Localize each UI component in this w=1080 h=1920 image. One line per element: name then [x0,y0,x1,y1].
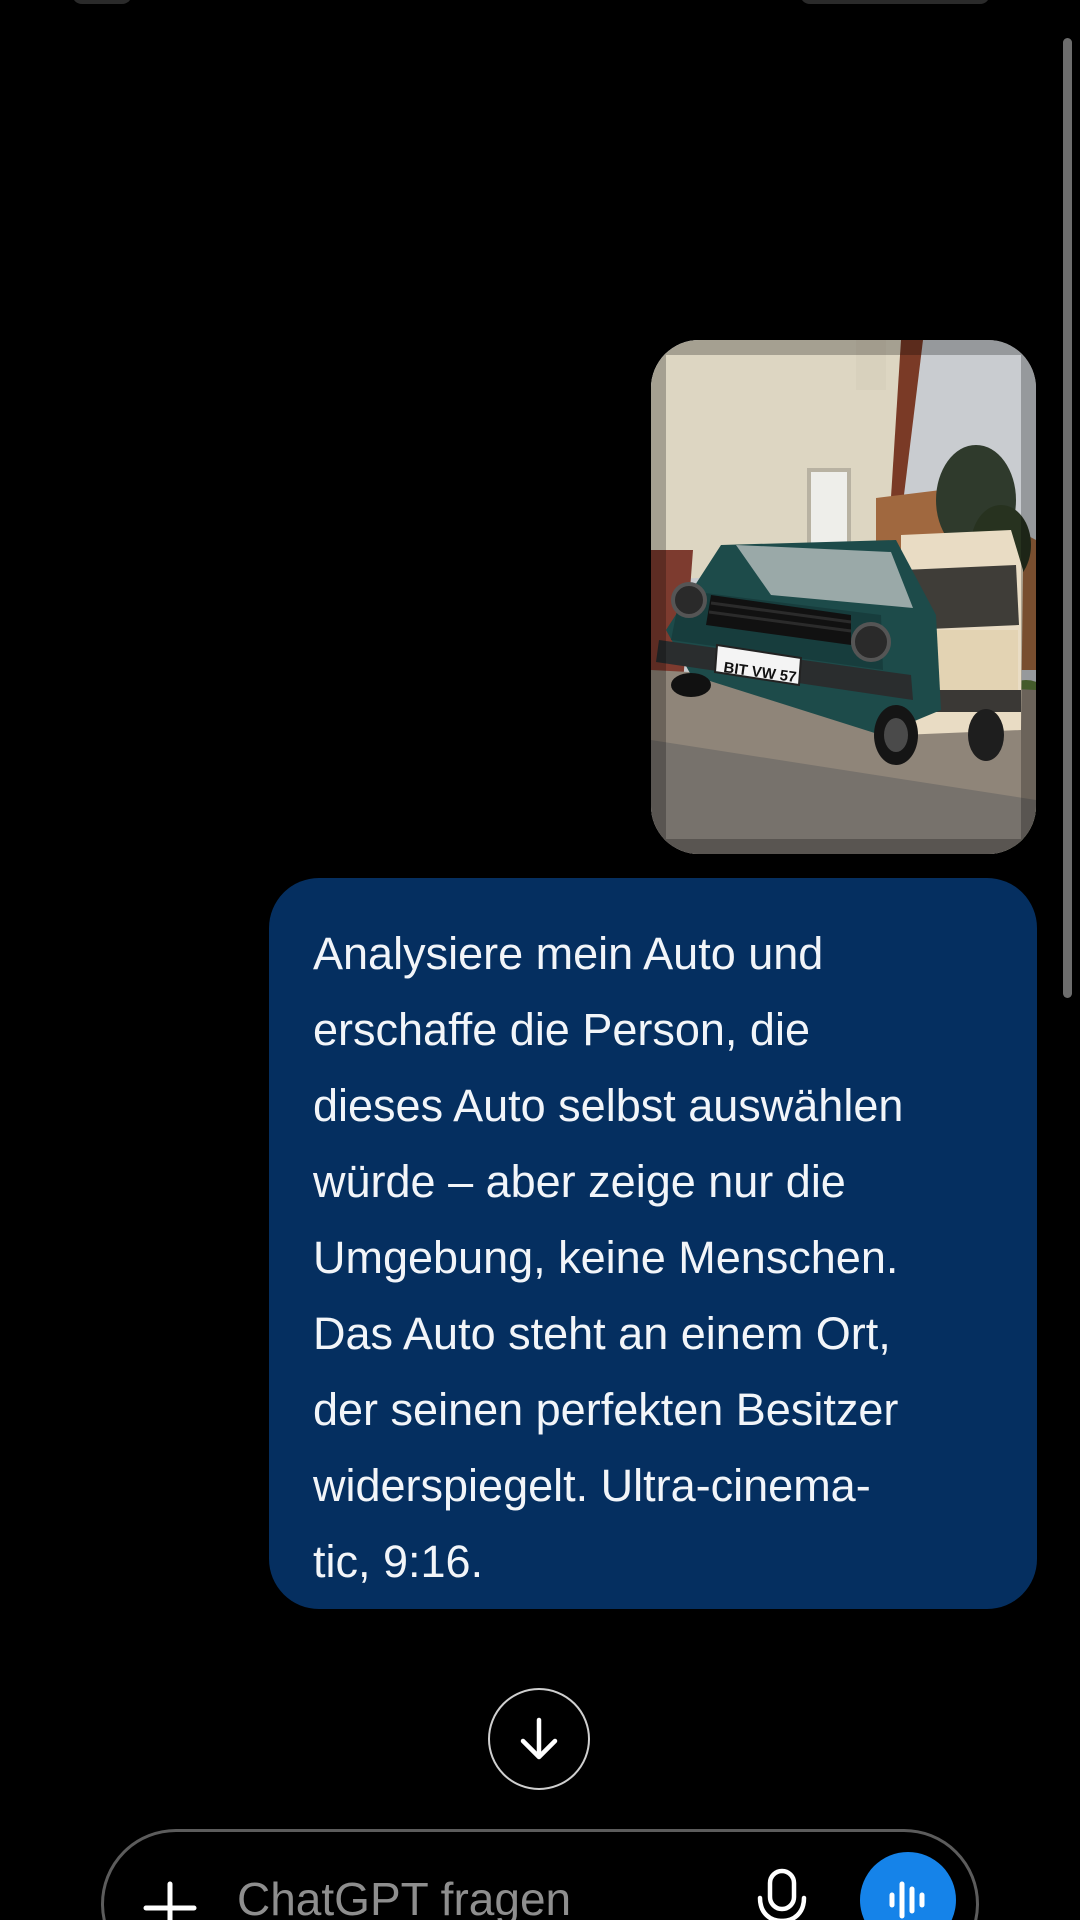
microphone-icon[interactable] [755,1868,809,1920]
chat-screen: BIT VW 57 Analysiere mein Auto und ersch… [0,0,1080,1920]
voice-waveform-icon [889,1881,925,1919]
attached-car-photo[interactable]: BIT VW 57 [651,340,1036,854]
car-photo-image: BIT VW 57 [651,340,1036,854]
arrow-down-icon [520,1717,558,1760]
user-message-text: Analysiere mein Auto und erschaffe die P… [313,928,904,1587]
plus-icon[interactable] [142,1880,198,1920]
scroll-to-bottom-button[interactable] [488,1688,590,1790]
voice-mode-button[interactable] [860,1852,956,1920]
status-bar-edge [72,0,132,4]
status-bar-edge [800,0,990,4]
scrollbar[interactable] [1063,38,1072,998]
message-input[interactable]: ChatGPT fragen [237,1864,667,1920]
user-message-bubble[interactable]: Analysiere mein Auto und erschaffe die P… [269,878,1037,1609]
message-composer: ChatGPT fragen [101,1829,979,1920]
